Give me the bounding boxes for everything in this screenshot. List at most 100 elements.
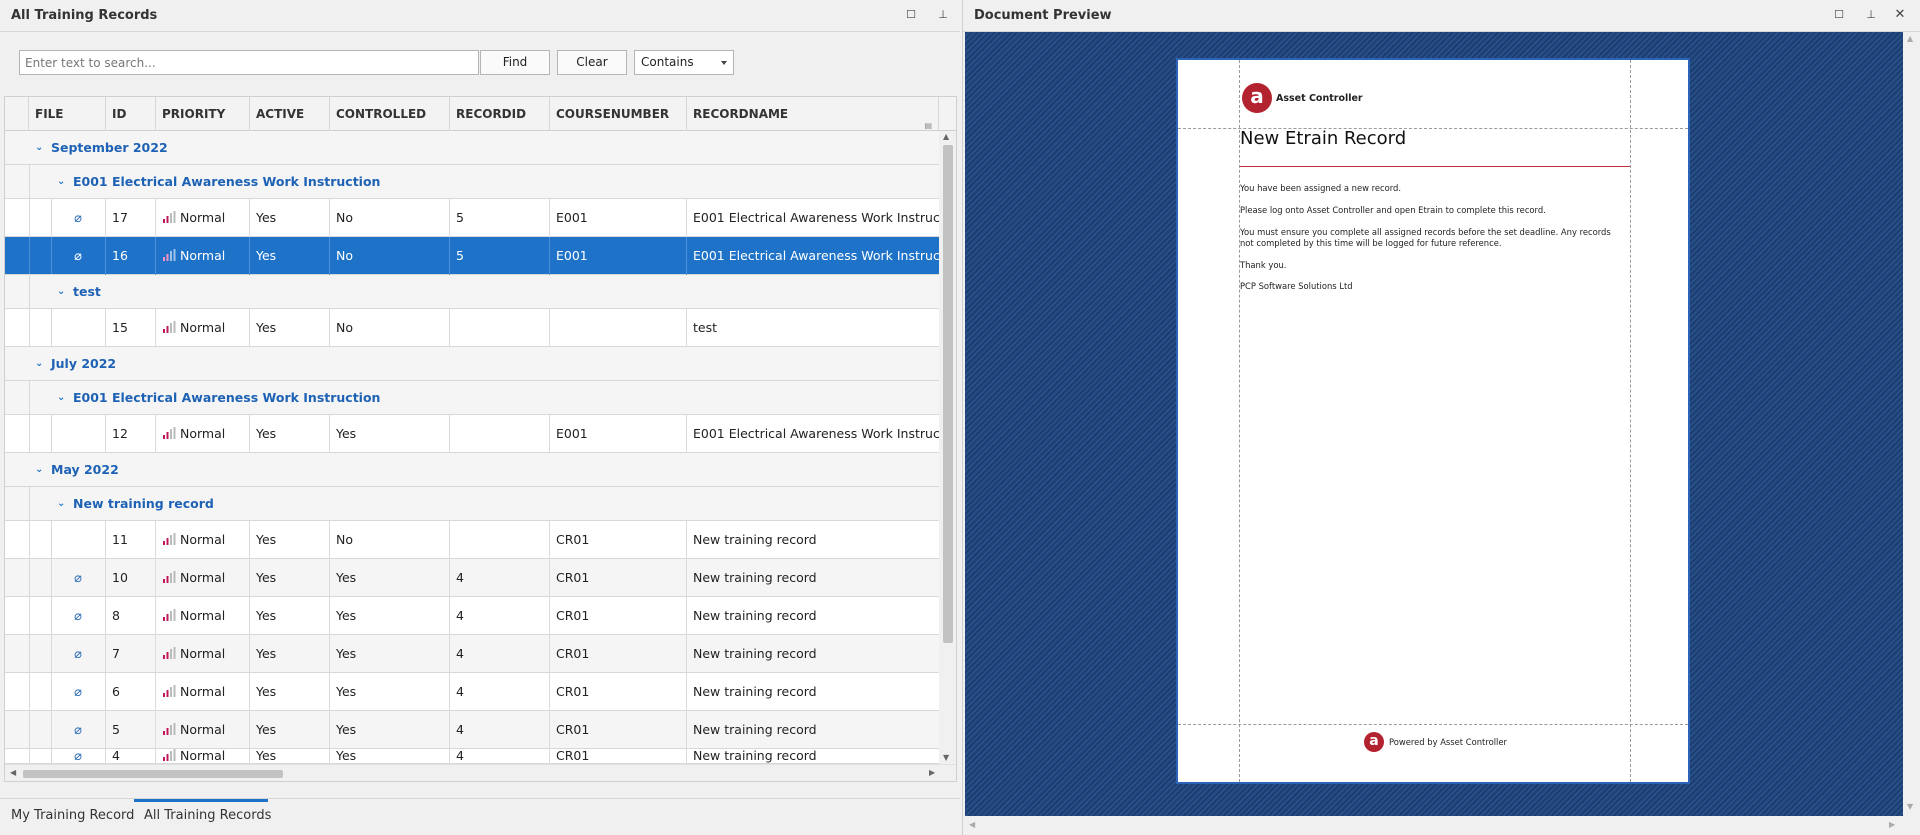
group-label: test bbox=[73, 284, 101, 299]
scroll-left-icon[interactable]: ◀ bbox=[969, 820, 975, 829]
column-header-id[interactable]: ID bbox=[106, 97, 156, 131]
chevron-down-icon[interactable]: ⌄ bbox=[57, 498, 65, 509]
paperclip-icon[interactable]: ⌀ bbox=[74, 571, 82, 586]
file-cell[interactable]: ⌀ bbox=[51, 673, 106, 711]
priority-cell: Normal bbox=[156, 237, 250, 275]
close-icon[interactable]: ✕ bbox=[1893, 8, 1907, 22]
file-cell[interactable] bbox=[51, 521, 106, 559]
table-row[interactable]: 15 Normal Yes No test bbox=[5, 309, 939, 347]
column-header-priority[interactable]: PRIORITY bbox=[156, 97, 250, 131]
coursenumber-cell: E001 bbox=[550, 199, 687, 237]
table-row-selected[interactable]: → ⌀ 16 Normal Yes No 5 E001 E001 Electri… bbox=[5, 237, 939, 275]
file-cell[interactable]: ⌀ bbox=[51, 597, 106, 635]
scroll-down-icon[interactable]: ▼ bbox=[943, 753, 949, 762]
restore-icon[interactable]: ☐ bbox=[1832, 8, 1846, 22]
scroll-left-icon[interactable]: ◀ bbox=[10, 768, 16, 777]
active-cell: Yes bbox=[250, 237, 330, 275]
restore-icon[interactable]: ☐ bbox=[904, 8, 918, 22]
chevron-down-icon[interactable]: ⌄ bbox=[57, 286, 65, 297]
coursenumber-cell: CR01 bbox=[550, 597, 687, 635]
column-header-controlled[interactable]: CONTROLLED bbox=[330, 97, 450, 131]
chevron-down-icon[interactable]: ⌄ bbox=[35, 464, 43, 475]
column-header-recordname[interactable]: RECORDNAME ▤ bbox=[687, 97, 939, 131]
scroll-thumb[interactable] bbox=[943, 145, 953, 643]
priority-label: Normal bbox=[180, 532, 226, 547]
chevron-down-icon[interactable]: ⌄ bbox=[35, 358, 43, 369]
priority-cell: Normal bbox=[156, 199, 250, 237]
preview-canvas[interactable]: a Asset Controller New Etrain Record You… bbox=[965, 32, 1903, 816]
group-label: September 2022 bbox=[51, 140, 168, 155]
dropdown-caret-icon bbox=[721, 61, 727, 65]
horizontal-scrollbar[interactable]: ◀ ▶ bbox=[5, 764, 956, 781]
scroll-up-icon[interactable]: ▲ bbox=[1907, 34, 1913, 43]
paperclip-icon[interactable]: ⌀ bbox=[74, 211, 82, 226]
group-row-month[interactable]: ⌄ May 2022 bbox=[5, 453, 939, 487]
file-cell[interactable]: ⌀ bbox=[51, 237, 106, 275]
scroll-down-icon[interactable]: ▼ bbox=[1907, 802, 1913, 811]
group-row-course[interactable]: ⌄ New training record bbox=[5, 487, 939, 521]
pin-icon[interactable]: ⊥ bbox=[1864, 8, 1878, 22]
file-cell[interactable]: ⌀ bbox=[51, 559, 106, 597]
file-cell[interactable]: ⌀ bbox=[51, 635, 106, 673]
file-cell[interactable] bbox=[51, 309, 106, 347]
priority-label: Normal bbox=[180, 570, 226, 585]
column-header-active[interactable]: ACTIVE bbox=[250, 97, 330, 131]
group-label: May 2022 bbox=[51, 462, 119, 477]
chevron-down-icon[interactable]: ⌄ bbox=[57, 392, 65, 403]
vertical-scrollbar[interactable]: ▲ ▼ bbox=[1903, 32, 1919, 816]
group-row-month[interactable]: ⌄ July 2022 bbox=[5, 347, 939, 381]
file-cell[interactable]: ⌀ bbox=[51, 199, 106, 237]
horizontal-scrollbar[interactable]: ◀ ▶ bbox=[965, 816, 1903, 834]
table-row[interactable]: ⌀ 5 Normal Yes Yes 4 CR01 New training r… bbox=[5, 711, 939, 749]
paperclip-icon[interactable]: ⌀ bbox=[74, 749, 82, 763]
table-row[interactable]: 12 Normal Yes Yes E001 E001 Electrical A… bbox=[5, 415, 939, 453]
scroll-right-icon[interactable]: ▶ bbox=[929, 768, 935, 777]
recordname-cell: New training record bbox=[693, 684, 817, 699]
scroll-up-icon[interactable]: ▲ bbox=[943, 132, 949, 141]
group-row-course[interactable]: ⌄ E001 Electrical Awareness Work Instruc… bbox=[5, 381, 939, 415]
search-input[interactable] bbox=[19, 50, 479, 75]
table-row[interactable]: ⌀ 17 Normal Yes No 5 E001 E001 Electrica… bbox=[5, 199, 939, 237]
group-row-month[interactable]: ⌄ September 2022 bbox=[5, 131, 939, 165]
match-mode-select[interactable]: Contains bbox=[634, 50, 734, 75]
vertical-scrollbar[interactable]: ▲ ▼ bbox=[939, 131, 956, 765]
table-row[interactable]: ⌀ 6 Normal Yes Yes 4 CR01 New training r… bbox=[5, 673, 939, 711]
document-page: a Asset Controller New Etrain Record You… bbox=[1176, 58, 1690, 784]
recordname-cell: New training record bbox=[693, 608, 817, 623]
group-row-course[interactable]: ⌄ E001 Electrical Awareness Work Instruc… bbox=[5, 165, 939, 199]
find-button[interactable]: Find bbox=[480, 50, 550, 75]
document-text-line: Please log onto Asset Controller and ope… bbox=[1240, 205, 1546, 215]
scroll-thumb[interactable] bbox=[23, 770, 283, 778]
column-header-file[interactable]: FILE bbox=[29, 97, 106, 131]
id-cell: 11 bbox=[106, 521, 156, 559]
column-header-recordid[interactable]: RECORDID bbox=[450, 97, 550, 131]
column-header-coursenumber[interactable]: COURSENUMBER bbox=[550, 97, 687, 131]
panel-header: All Training Records ☐ ⊥ bbox=[0, 0, 960, 32]
table-row[interactable]: ⌀ 4 Normal Yes Yes 4 CR01 New training r… bbox=[5, 749, 939, 764]
paperclip-icon[interactable]: ⌀ bbox=[74, 249, 82, 264]
pin-icon[interactable]: ⊥ bbox=[936, 8, 950, 22]
chevron-down-icon[interactable]: ⌄ bbox=[57, 176, 65, 187]
group-row-course[interactable]: ⌄ test bbox=[5, 275, 939, 309]
clear-button[interactable]: Clear bbox=[557, 50, 627, 75]
paperclip-icon[interactable]: ⌀ bbox=[74, 609, 82, 624]
priority-bars-icon bbox=[162, 636, 176, 674]
table-row[interactable]: ⌀ 7 Normal Yes Yes 4 CR01 New training r… bbox=[5, 635, 939, 673]
table-row[interactable]: ⌀ 8 Normal Yes Yes 4 CR01 New training r… bbox=[5, 597, 939, 635]
paperclip-icon[interactable]: ⌀ bbox=[74, 647, 82, 662]
chevron-down-icon[interactable]: ⌄ bbox=[35, 142, 43, 153]
file-cell[interactable]: ⌀ bbox=[51, 711, 106, 749]
priority-cell: Normal bbox=[156, 673, 250, 711]
table-row[interactable]: 11 Normal Yes No CR01 New training recor… bbox=[5, 521, 939, 559]
scroll-right-icon[interactable]: ▶ bbox=[1889, 820, 1895, 829]
file-cell[interactable] bbox=[51, 415, 106, 453]
priority-label: Normal bbox=[180, 646, 226, 661]
tab-my-training-record[interactable]: My Training Record bbox=[11, 808, 134, 823]
file-cell[interactable]: ⌀ bbox=[51, 749, 106, 763]
paperclip-icon[interactable]: ⌀ bbox=[74, 685, 82, 700]
grid-header: FILE ID PRIORITY ACTIVE CONTROLLED RECOR… bbox=[5, 97, 956, 131]
paperclip-icon[interactable]: ⌀ bbox=[74, 723, 82, 738]
recordname-cell: New training record bbox=[693, 532, 817, 547]
tab-all-training-records[interactable]: All Training Records bbox=[144, 808, 271, 823]
table-row[interactable]: ⌀ 10 Normal Yes Yes 4 CR01 New training … bbox=[5, 559, 939, 597]
